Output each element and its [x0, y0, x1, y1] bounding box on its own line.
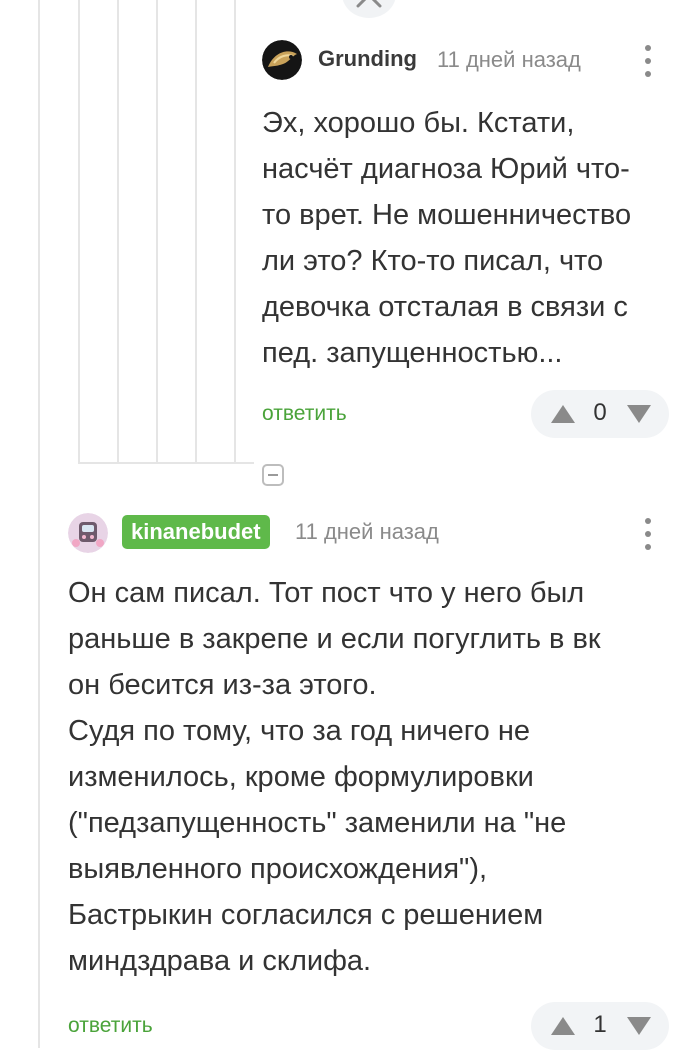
timestamp[interactable]: 11 дней назад	[437, 47, 581, 73]
avatar[interactable]	[68, 513, 108, 553]
comment-text: Он сам писал. Тот пост что у него был ра…	[68, 577, 601, 977]
triangle-down-icon[interactable]	[625, 1015, 653, 1037]
triangle-down-icon[interactable]	[625, 403, 653, 425]
thread-line	[156, 0, 158, 464]
triangle-up-icon[interactable]	[549, 403, 577, 425]
rating-widget: 0	[531, 390, 669, 438]
timestamp[interactable]: 11 дней назад	[295, 519, 439, 545]
thread-line	[38, 0, 40, 1048]
reply-link[interactable]: ответить	[262, 402, 347, 426]
thread-line	[117, 0, 119, 464]
triangle-up-icon[interactable]	[549, 1015, 577, 1037]
comment-text: Эх, хорошо бы. Кстати, насчёт диагноза Ю…	[262, 107, 632, 369]
reply-link[interactable]: ответить	[68, 1014, 153, 1038]
more-vertical-icon[interactable]	[642, 45, 654, 81]
username[interactable]: Grunding	[318, 46, 417, 72]
rating-count: 0	[593, 399, 607, 426]
more-vertical-icon[interactable]	[642, 518, 654, 554]
close-button[interactable]	[342, 0, 396, 18]
avatar[interactable]	[262, 40, 302, 80]
username-badge[interactable]: kinanebudet	[122, 515, 270, 549]
close-icon	[356, 0, 382, 8]
thread-line-end	[78, 462, 254, 464]
thread-line	[234, 0, 236, 464]
rating-count: 1	[593, 1011, 607, 1038]
thread-line	[78, 0, 80, 464]
rating-widget: 1	[531, 1002, 669, 1050]
collapse-thread-icon[interactable]	[262, 464, 284, 486]
thread-line	[195, 0, 197, 464]
